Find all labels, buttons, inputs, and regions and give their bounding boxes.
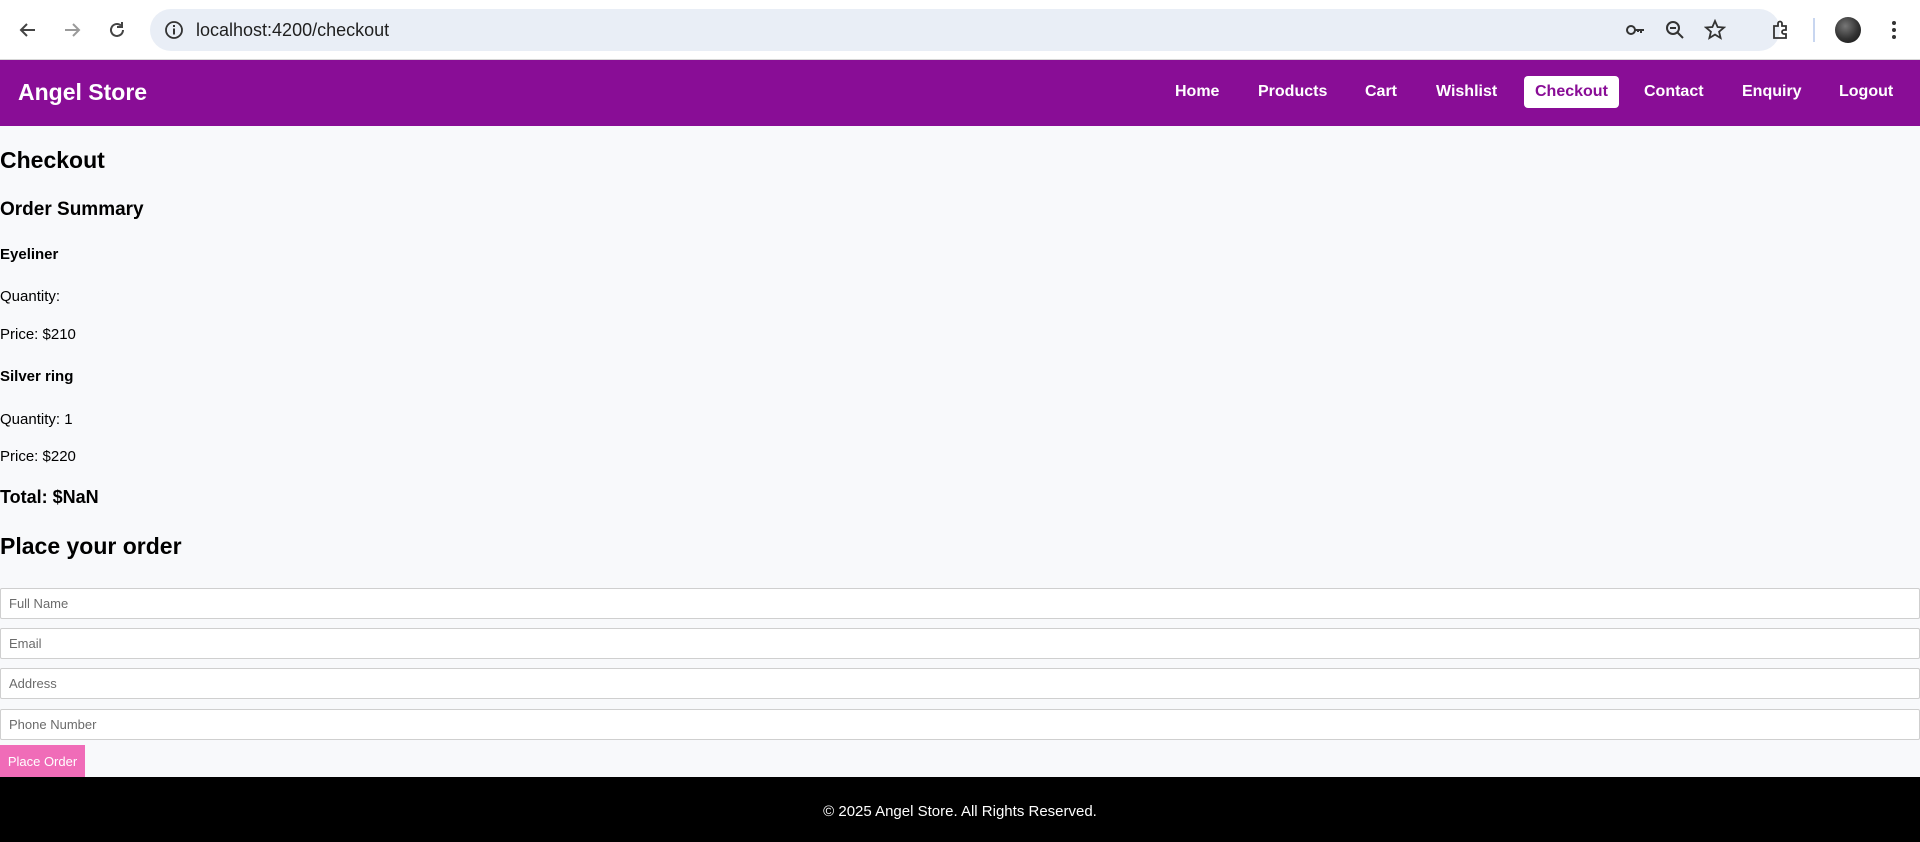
place-order-button[interactable]: Place Order (0, 745, 85, 777)
forward-arrow-icon[interactable] (56, 14, 88, 46)
brand-logo[interactable]: Angel Store (18, 79, 147, 106)
item-quantity: Quantity: (0, 288, 61, 305)
item-quantity: Quantity: 1 (0, 411, 73, 428)
reload-icon[interactable] (101, 14, 133, 46)
url-text[interactable]: localhost:4200/checkout (196, 20, 389, 41)
back-arrow-icon[interactable] (12, 14, 44, 46)
nav-home[interactable]: Home (1164, 76, 1230, 108)
nav-products[interactable]: Products (1247, 76, 1338, 108)
extensions-icon[interactable] (1765, 14, 1797, 46)
bookmark-star-icon[interactable] (1703, 18, 1727, 41)
phone-field[interactable] (0, 709, 1920, 740)
zoom-icon[interactable] (1664, 19, 1686, 41)
toolbar-divider (1813, 18, 1815, 42)
logout-link[interactable]: Logout (1839, 83, 1893, 101)
order-summary-title: Order Summary (0, 199, 144, 220)
place-order-title: Place your order (0, 533, 182, 559)
nav-contact[interactable]: Contact (1633, 76, 1715, 108)
site-header: Angel Store (0, 60, 1920, 126)
more-menu-icon[interactable] (1878, 14, 1910, 46)
item-price: Price: $220 (0, 448, 76, 465)
nav-wishlist[interactable]: Wishlist (1425, 76, 1508, 108)
profile-avatar[interactable] (1835, 17, 1861, 43)
email-field[interactable] (0, 628, 1920, 659)
item-name: Silver ring (0, 368, 74, 385)
nav-checkout[interactable]: Checkout (1524, 76, 1619, 108)
full-name-field[interactable] (0, 588, 1920, 619)
site-info-icon[interactable] (164, 20, 184, 40)
nav-enquiry[interactable]: Enquiry (1731, 76, 1813, 108)
item-name: Eyeliner (0, 246, 59, 263)
browser-toolbar: localhost:4200/checkout (0, 0, 1920, 60)
order-total: Total: $NaN (0, 487, 99, 507)
site-footer: © 2025 Angel Store. All Rights Reserved. (0, 777, 1920, 842)
page-title: Checkout (0, 147, 105, 173)
item-price: Price: $210 (0, 326, 76, 343)
password-key-icon[interactable] (1624, 19, 1646, 41)
nav-cart[interactable]: Cart (1354, 76, 1408, 108)
address-bar[interactable]: localhost:4200/checkout (150, 9, 1780, 51)
copyright-text: © 2025 Angel Store. All Rights Reserved. (823, 803, 1097, 820)
address-field[interactable] (0, 668, 1920, 699)
